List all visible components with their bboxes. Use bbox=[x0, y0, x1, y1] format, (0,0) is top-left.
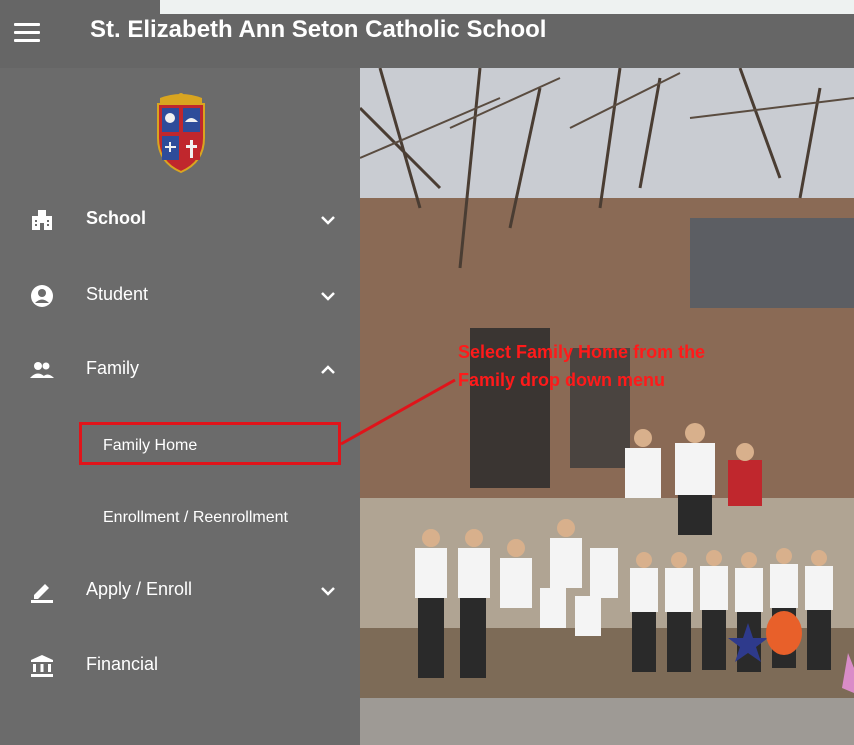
sidebar-item-student[interactable]: Student bbox=[0, 276, 360, 316]
school-photo bbox=[360, 68, 854, 745]
bank-icon bbox=[31, 655, 53, 677]
sidebar-item-financial[interactable]: Financial bbox=[0, 646, 360, 686]
photo-illustration bbox=[360, 68, 854, 745]
user-circle-icon bbox=[31, 285, 53, 307]
sidebar-item-apply-enroll[interactable]: Apply / Enroll bbox=[0, 571, 360, 611]
sidebar-item-school[interactable]: School bbox=[0, 200, 360, 240]
sidebar-item-label: Family bbox=[86, 358, 139, 378]
pencil-icon bbox=[31, 584, 53, 603]
chevron-down-icon bbox=[321, 216, 335, 225]
sidebar-item-label: Student bbox=[86, 284, 149, 304]
building-icon bbox=[32, 210, 52, 230]
people-icon bbox=[30, 362, 54, 378]
sidebar-item-label: Financial bbox=[86, 654, 159, 674]
chevron-down-icon bbox=[321, 587, 335, 596]
sidebar-item-family[interactable]: Family bbox=[0, 350, 360, 390]
chevron-down-icon bbox=[321, 292, 335, 301]
hamburger-menu-icon[interactable] bbox=[14, 23, 44, 45]
highlight-box bbox=[79, 422, 341, 465]
chevron-up-icon bbox=[321, 365, 335, 374]
header-light-strip bbox=[160, 0, 854, 14]
top-app-bar: St. Elizabeth Ann Seton Catholic School bbox=[0, 0, 854, 68]
sidebar-item-label: Apply / Enroll bbox=[86, 579, 193, 599]
sidebar-item-label: School bbox=[86, 208, 147, 228]
sidebar: School Student Family Family Home Enroll… bbox=[0, 68, 360, 745]
annotation-line-1: Select Family Home from the bbox=[458, 342, 706, 362]
app-title: St. Elizabeth Ann Seton Catholic School bbox=[90, 16, 547, 43]
annotation-text: Select Family Home from the Family drop … bbox=[458, 338, 705, 394]
school-crest-logo bbox=[157, 93, 205, 174]
sidebar-subitem-enrollment[interactable]: Enrollment / Reenrollment bbox=[103, 509, 288, 527]
annotation-line-2: Family drop down menu bbox=[458, 370, 666, 390]
